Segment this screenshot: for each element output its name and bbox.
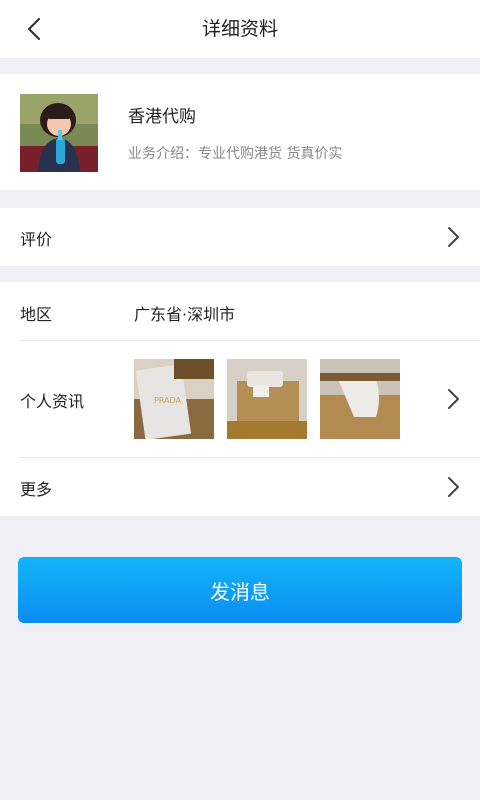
region-value: 广东省·深圳市 [134,305,236,324]
send-message-button[interactable]: 发消息 [18,557,462,623]
news-thumbnail-1[interactable]: PRADA [134,359,214,439]
more-row[interactable]: 更多 [0,458,480,516]
rating-label: 评价 [20,230,53,249]
chevron-right-icon [448,477,459,497]
news-row[interactable]: 个人资讯 PRADA [0,341,480,457]
page-title: 详细资料 [201,18,278,40]
nav-bar: 详细资料 [0,0,480,58]
profile-card[interactable] [0,74,480,190]
more-label: 更多 [20,480,53,499]
region-row: 地区 广东省·深圳市 [0,282,480,340]
news-thumbnail-2[interactable] [227,359,307,439]
profile-name: 香港代购 [128,107,196,127]
profile-description: 业务介绍：专业代购港货 货真价实 [128,146,343,162]
svg-text:PRADA: PRADA [154,396,182,405]
chevron-right-icon [448,389,459,409]
news-thumbnail-3[interactable] [320,359,400,439]
chevron-right-icon [448,227,459,247]
avatar[interactable] [20,94,98,172]
news-label: 个人资讯 [20,392,85,411]
rating-row[interactable]: 评价 [0,208,480,266]
region-label: 地区 [20,305,53,324]
info-section: 地区 广东省·深圳市 个人资讯 PRADA 更多 [0,282,480,516]
